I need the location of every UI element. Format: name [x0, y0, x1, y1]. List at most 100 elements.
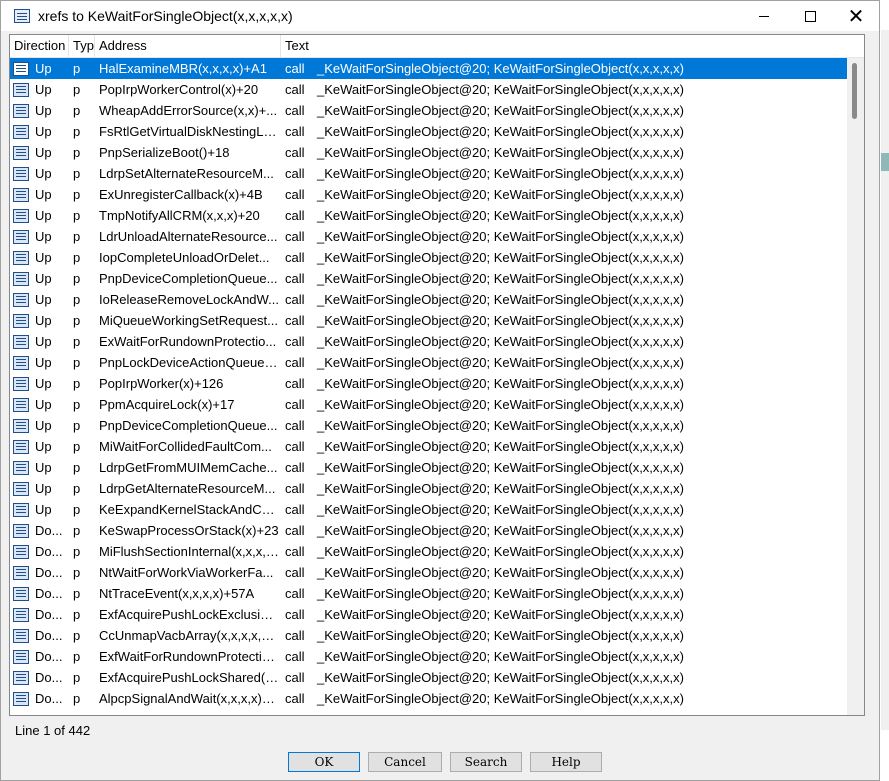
instruction-cell: call [285, 61, 305, 76]
operand-text-cell: _KeWaitForSingleObject@20; KeWaitForSing… [317, 61, 684, 76]
direction-cell: Up [10, 460, 69, 475]
table-row[interactable]: Do... p ExfAcquirePushLockExclusive... call… [10, 604, 864, 625]
type-cell: p [73, 460, 81, 475]
xref-icon [13, 229, 29, 244]
table-row[interactable]: Up p MiQueueWorkingSetRequest... call _KeWai… [10, 310, 864, 331]
address-cell: HalExamineMBR(x,x,x,x)+A1 [99, 61, 267, 76]
xref-icon [13, 313, 29, 328]
direction-cell: Up [10, 250, 69, 265]
table-row[interactable]: Do... p CcUnmapVacbArray(x,x,x,x,x)... call… [10, 625, 864, 646]
direction-cell: Up [10, 124, 69, 139]
cancel-button[interactable]: Cancel [368, 752, 442, 772]
table-row[interactable]: Do... p NtWaitForWorkViaWorkerFa... call _Ke… [10, 562, 864, 583]
table-row[interactable]: Do... p MiFlushSectionInternal(x,x,x,x... c… [10, 541, 864, 562]
table-row[interactable]: Up p LdrpGetAlternateResourceM... call _KeWa… [10, 478, 864, 499]
column-header-type[interactable]: Typ [69, 35, 95, 57]
direction-label: Up [35, 271, 52, 286]
xref-icon [13, 481, 29, 496]
window-app-icon [14, 9, 30, 23]
address-cell: IopCompleteUnloadOrDelet... [99, 250, 270, 265]
address-cell: LdrpSetAlternateResourceM... [99, 166, 274, 181]
table-row[interactable]: Do... p AlpcpSignalAndWait(x,x,x,x)+... cal… [10, 688, 864, 709]
help-button[interactable]: Help [530, 752, 602, 772]
xref-icon [13, 145, 29, 160]
address-cell: KeExpandKernelStackAndCal... [99, 502, 281, 517]
search-button[interactable]: Search [450, 752, 522, 772]
table-row[interactable]: Up p ExUnregisterCallback(x)+4B call _KeWait… [10, 184, 864, 205]
scrollbar-thumb[interactable] [852, 63, 857, 119]
table-row[interactable]: Up p FsRtlGetVirtualDiskNestingLe... call _K… [10, 121, 864, 142]
table-row[interactable]: Up p PopIrpWorker(x)+126 call _KeWaitForSing… [10, 373, 864, 394]
table-row[interactable]: Up p KeExpandKernelStackAndCal... call _KeWa… [10, 499, 864, 520]
vertical-scrollbar[interactable] [847, 58, 864, 715]
table-row[interactable]: Up p LdrpSetAlternateResourceM... call _KeWa… [10, 163, 864, 184]
maximize-icon[interactable] [787, 1, 833, 31]
table-row[interactable]: Up p LdrUnloadAlternateResource... call _KeW… [10, 226, 864, 247]
xref-icon [13, 649, 29, 664]
column-header-direction[interactable]: Direction [10, 35, 69, 57]
address-cell: ExfAcquirePushLockShared(x)... [99, 670, 281, 685]
xref-icon [13, 586, 29, 601]
minimize-icon[interactable] [741, 1, 787, 31]
xref-icon [13, 418, 29, 433]
xref-icon [13, 670, 29, 685]
type-cell: p [73, 145, 81, 160]
instruction-cell: call [285, 607, 305, 622]
table-row[interactable]: Up p HalExamineMBR(x,x,x,x)+A1 call _KeWaitF… [10, 58, 864, 79]
direction-label: Up [35, 250, 52, 265]
type-cell: p [73, 334, 81, 349]
operand-text-cell: _KeWaitForSingleObject@20; KeWaitForSing… [317, 334, 684, 349]
type-cell: p [73, 124, 81, 139]
direction-cell: Do... [10, 628, 69, 643]
direction-cell: Do... [10, 544, 69, 559]
column-header-text[interactable]: Text [281, 35, 864, 57]
table-row[interactable]: Up p PnpDeviceCompletionQueue... call _KeWai… [10, 415, 864, 436]
table-row[interactable]: Up p PnpDeviceCompletionQueue... call _KeWai… [10, 268, 864, 289]
address-cell: CcUnmapVacbArray(x,x,x,x,x)... [99, 628, 281, 643]
table-row[interactable]: Up p IoReleaseRemoveLockAndW... call _KeWait… [10, 289, 864, 310]
table-row[interactable]: Up p MiWaitForCollidedFaultCom... call _KeWa… [10, 436, 864, 457]
direction-cell: Up [10, 502, 69, 517]
xref-icon [13, 124, 29, 139]
operand-text-cell: _KeWaitForSingleObject@20; KeWaitForSing… [317, 565, 684, 580]
direction-label: Do... [35, 670, 63, 685]
address-cell: PpmAcquireLock(x)+17 [99, 397, 235, 412]
table-row[interactable]: Up p ExWaitForRundownProtectio... call _KeWa… [10, 331, 864, 352]
column-header-address[interactable]: Address [95, 35, 281, 57]
instruction-cell: call [285, 145, 305, 160]
table-row[interactable]: Up p IopCompleteUnloadOrDelet... call _KeWai… [10, 247, 864, 268]
table-row[interactable]: Do... p KeSwapProcessOrStack(x)+23 call _KeW… [10, 520, 864, 541]
ok-button[interactable]: OK [288, 752, 360, 772]
table-row[interactable]: Up p LdrpGetFromMUIMemCache... call _KeWaitF… [10, 457, 864, 478]
operand-text-cell: _KeWaitForSingleObject@20; KeWaitForSing… [317, 649, 684, 664]
instruction-cell: call [285, 649, 305, 664]
type-cell: p [73, 565, 81, 580]
list-header: Direction Typ Address Text [10, 35, 864, 58]
address-cell: PopIrpWorkerControl(x)+20 [99, 82, 259, 97]
table-row[interactable]: Up p TmpNotifyAllCRM(x,x,x)+20 call _KeWaitF… [10, 205, 864, 226]
xref-icon [13, 460, 29, 475]
address-cell: ExfWaitForRundownProtectio... [99, 649, 280, 664]
table-row[interactable]: Up p PnpLockDeviceActionQueue(... call _KeWa… [10, 352, 864, 373]
table-row[interactable]: Up p WheapAddErrorSource(x,x)+... call _KeWa… [10, 100, 864, 121]
close-icon[interactable]: ✕ [833, 1, 879, 31]
xrefs-list[interactable]: Direction Typ Address Text Up p HalExamine… [9, 34, 865, 716]
table-row[interactable]: Up p PpmAcquireLock(x)+17 call _KeWaitForSin… [10, 394, 864, 415]
xref-icon [13, 103, 29, 118]
address-cell: PnpDeviceCompletionQueue... [99, 271, 278, 286]
xref-icon [13, 82, 29, 97]
operand-text-cell: _KeWaitForSingleObject@20; KeWaitForSing… [317, 271, 684, 286]
table-row[interactable]: Do... p ExfWaitForRundownProtectio... call _… [10, 646, 864, 667]
table-row[interactable]: Do... p ExfAcquirePushLockShared(x)... call… [10, 667, 864, 688]
instruction-cell: call [285, 124, 305, 139]
dialog-buttons: OK Cancel Search Help [288, 752, 602, 772]
table-row[interactable]: Do... p NtTraceEvent(x,x,x,x)+57A call _KeWa… [10, 583, 864, 604]
type-cell: p [73, 166, 81, 181]
xref-icon [13, 187, 29, 202]
operand-text-cell: _KeWaitForSingleObject@20; KeWaitForSing… [317, 397, 684, 412]
instruction-cell: call [285, 586, 305, 601]
address-cell: AlpcpSignalAndWait(x,x,x,x)+... [99, 691, 281, 706]
table-row[interactable]: Up p PnpSerializeBoot()+18 call _KeWaitForSi… [10, 142, 864, 163]
table-row[interactable]: Up p PopIrpWorkerControl(x)+20 call _KeWaitF… [10, 79, 864, 100]
xref-icon [13, 439, 29, 454]
